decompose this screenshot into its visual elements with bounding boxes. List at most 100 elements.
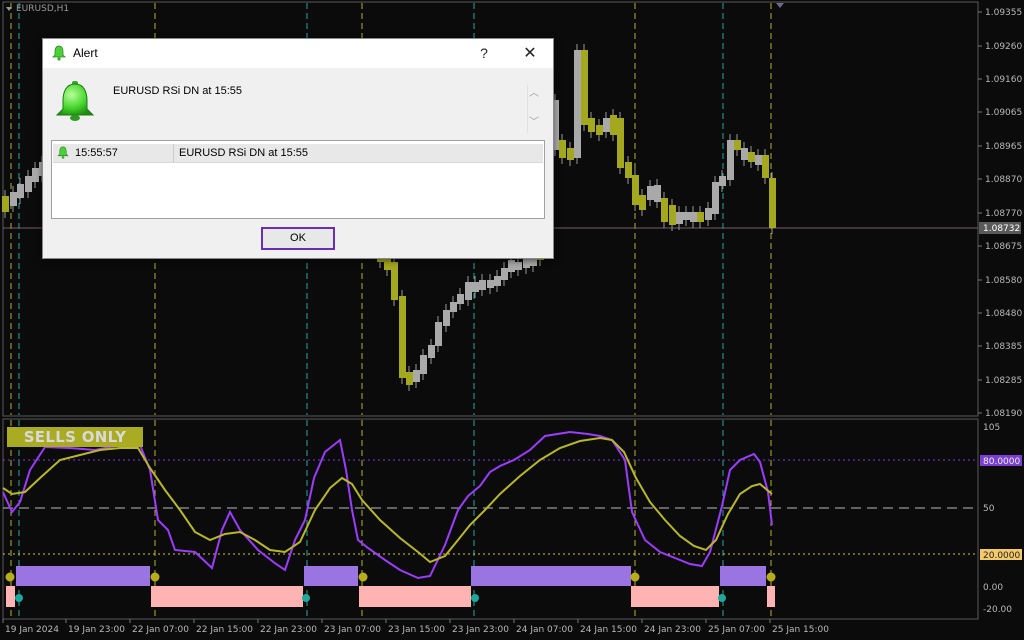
candle-body (25, 176, 32, 192)
candle-body (639, 195, 646, 210)
candle-body (769, 178, 776, 228)
price-tick-label: 1.08870 (985, 175, 1022, 185)
candle-body (443, 310, 450, 326)
level-label-20: 20.0000 (983, 551, 1020, 561)
up-band-bar (471, 566, 631, 586)
price-tick-label: 1.08770 (985, 209, 1022, 219)
candle-body (420, 355, 427, 374)
down-band-bar (6, 586, 15, 607)
current-price-label: 1.08732 (983, 224, 1020, 234)
sell-dot (5, 572, 15, 582)
candle-body (617, 118, 624, 168)
rsi-line (2, 430, 773, 580)
symbol-text: EURUSD,H1 (16, 4, 70, 14)
price-tick-label: 1.08675 (985, 242, 1022, 252)
candle-body (741, 148, 748, 160)
dialog-titlebar[interactable]: Alert ? ✕ (43, 39, 553, 68)
indicator-pane-border (2, 418, 979, 620)
alert-message: EURUSD RSi DN at 15:55 (113, 85, 242, 97)
candle-body (472, 282, 479, 292)
candle-body (406, 372, 413, 385)
close-button[interactable]: ✕ (507, 39, 553, 68)
time-tick-label: 23 Jan 07:00 (324, 625, 381, 635)
candle-body (705, 208, 712, 220)
time-tick-label: 23 Jan 15:00 (388, 625, 445, 635)
candle-body (574, 50, 581, 158)
candle-body (413, 370, 420, 382)
signal-line (2, 436, 773, 564)
candle-body (762, 155, 769, 178)
price-tick-label: 1.08580 (985, 276, 1022, 286)
time-tick-label: 24 Jan 15:00 (580, 625, 637, 635)
buy-dot (471, 594, 479, 602)
candle-body (610, 115, 617, 135)
price-tick-label: 1.09260 (985, 42, 1022, 52)
candle-body (508, 260, 515, 272)
up-band-bar (720, 566, 766, 586)
alert-bell-icon (55, 81, 95, 121)
buy-dot (302, 594, 310, 602)
scroll-down-icon[interactable]: ﹀ (527, 116, 541, 130)
candle-body (399, 296, 406, 378)
scroll-up-icon[interactable]: ︿ (527, 87, 541, 101)
price-tick-label: 1.08385 (985, 342, 1022, 352)
column-separator (173, 144, 174, 162)
candle-body (603, 118, 610, 132)
sell-dot (630, 572, 640, 582)
future-marker (776, 3, 784, 8)
bell-icon (52, 45, 66, 61)
candle-body (450, 302, 457, 312)
candle-body (32, 168, 39, 182)
candle-body (384, 258, 391, 270)
ok-button[interactable]: OK (261, 227, 335, 250)
time-tick-label: 23 Jan 23:00 (452, 625, 509, 635)
candle-body (515, 262, 522, 270)
up-band-bar (304, 566, 358, 586)
candle-body (494, 276, 501, 286)
time-tick-label: 22 Jan 07:00 (132, 625, 189, 635)
time-tick-label: 19 Jan 23:00 (68, 625, 125, 635)
time-tick-label: 22 Jan 15:00 (196, 625, 253, 635)
candle-body (391, 262, 398, 300)
down-band-bar (359, 586, 471, 607)
alert-list[interactable]: 15:55:57 EURUSD RSi DN at 15:55 (51, 140, 545, 219)
candle-body (697, 212, 704, 222)
candle-body (632, 175, 639, 205)
candle-body (596, 125, 603, 135)
candle-body (17, 184, 24, 198)
dropdown-triangle-icon[interactable] (6, 6, 12, 11)
candle-body (465, 282, 472, 300)
candle-body (581, 50, 588, 125)
level-label-105: 105 (983, 423, 1000, 433)
down-band-bar (767, 586, 775, 607)
candle-body (2, 196, 9, 212)
list-item[interactable]: 15:55:57 EURUSD RSi DN at 15:55 (53, 144, 543, 163)
candle-body (661, 198, 668, 222)
level-label-neg20: -20.00 (983, 605, 1012, 615)
list-item-text: EURUSD RSi DN at 15:55 (179, 147, 308, 159)
candle-body (625, 162, 632, 178)
candle-body (676, 212, 683, 224)
level-label-80: 80.0000 (983, 457, 1020, 467)
candle-body (727, 140, 734, 180)
level-label-0: 0.00 (983, 583, 1003, 593)
candle-body (647, 186, 654, 200)
candle-body (428, 345, 435, 358)
candle-body (487, 280, 494, 288)
price-tick-label: 1.08190 (985, 409, 1022, 419)
price-tick-label: 1.08285 (985, 376, 1022, 386)
down-band-bar (151, 586, 303, 607)
symbol-label: EURUSD,H1 (6, 4, 69, 14)
candle-body (683, 212, 690, 220)
candle-body (734, 140, 741, 150)
buy-dot (15, 594, 23, 602)
sells-only-badge: SELLS ONLY (7, 427, 143, 447)
price-tick-label: 1.08965 (985, 142, 1022, 152)
time-tick-label: 25 Jan 07:00 (708, 625, 765, 635)
time-tick-label: 24 Jan 23:00 (644, 625, 701, 635)
help-button[interactable]: ? (461, 39, 507, 68)
candle-body (567, 148, 574, 160)
candle-body (755, 155, 762, 165)
time-tick-label: 24 Jan 07:00 (516, 625, 573, 635)
price-tick-label: 1.09065 (985, 108, 1022, 118)
